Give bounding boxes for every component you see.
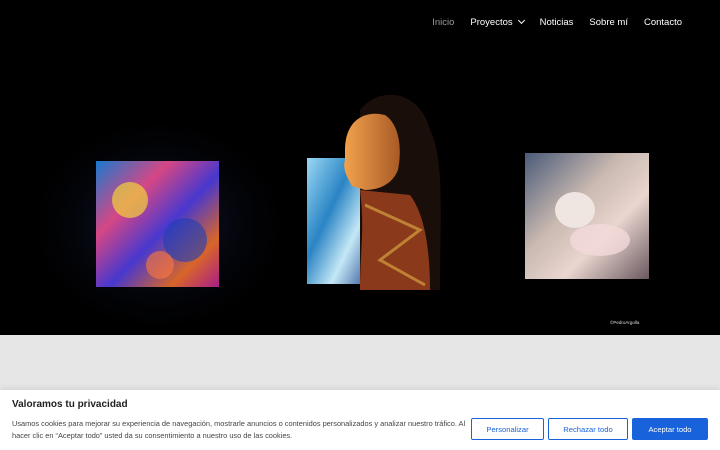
main-nav: Inicio Proyectos Noticias Sobre mí Conta… <box>424 0 720 44</box>
nav-item-sobre-mi[interactable]: Sobre mí <box>581 17 636 28</box>
chevron-down-icon <box>517 16 525 25</box>
nav-item-noticias[interactable]: Noticias <box>532 17 582 28</box>
accept-all-button[interactable]: Aceptar todo <box>632 418 708 440</box>
hero-image <box>38 94 649 325</box>
customize-button[interactable]: Personalizar <box>471 418 544 440</box>
nav-item-inicio[interactable]: Inicio <box>424 17 462 28</box>
cookie-title: Valoramos tu privacidad <box>12 399 128 410</box>
nav-item-proyectos[interactable]: Proyectos <box>462 17 531 28</box>
reject-all-button[interactable]: Rechazar todo <box>548 418 628 440</box>
hero-section: ©PedroArgolla <box>0 0 720 335</box>
photo-credit: ©PedroArgolla <box>610 320 640 325</box>
nav-item-proyectos-label: Proyectos <box>470 16 513 28</box>
cookie-text: Usamos cookies para mejorar su experienc… <box>12 419 466 440</box>
nav-item-contacto[interactable]: Contacto <box>636 17 690 28</box>
